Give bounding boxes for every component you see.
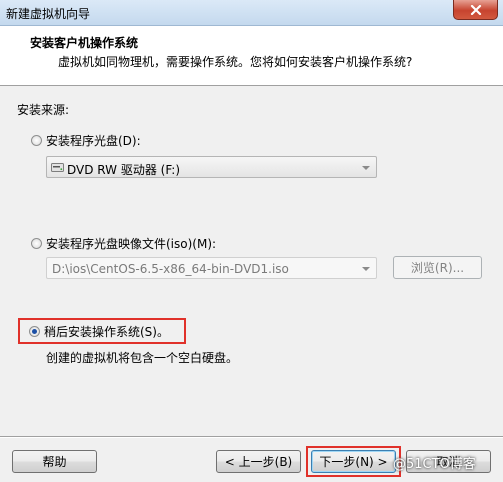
install-later-description: 创建的虚拟机将包含一个空白硬盘。 xyxy=(46,351,239,365)
install-later-radio[interactable] xyxy=(29,326,40,337)
help-button[interactable]: 帮助 xyxy=(12,450,97,473)
page-subtitle: 虚拟机如同物理机，需要操作系统。您将如何安装客户机操作系统? xyxy=(58,55,413,69)
title-bar: 新建虚拟机向导 xyxy=(0,0,503,26)
watermark: @51CTO博客 xyxy=(393,457,476,472)
wizard-header: 安装客户机操作系统 虚拟机如同物理机，需要操作系统。您将如何安装客户机操作系统? xyxy=(0,26,503,86)
chevron-down-icon xyxy=(362,267,370,271)
iso-radio[interactable] xyxy=(31,238,42,249)
disc-drive-value: DVD RW 驱动器 (F:) xyxy=(67,163,181,177)
iso-path-value: D:\ios\CentOS-6.5-x86_64-bin-DVD1.iso xyxy=(52,262,289,276)
install-later-label[interactable]: 稍后安装操作系统(S)。 xyxy=(44,323,169,340)
disc-radio[interactable] xyxy=(31,135,42,146)
disc-option-label[interactable]: 安装程序光盘(D): xyxy=(46,132,141,149)
disc-drive-select[interactable]: DVD RW 驱动器 (F:) xyxy=(46,156,377,178)
install-source-label: 安装来源: xyxy=(17,103,70,117)
window-title: 新建虚拟机向导 xyxy=(6,7,91,21)
browse-button[interactable]: 浏览(R)... xyxy=(393,256,482,279)
close-icon xyxy=(470,4,481,15)
iso-path-input[interactable]: D:\ios\CentOS-6.5-x86_64-bin-DVD1.iso xyxy=(46,257,377,279)
close-button[interactable] xyxy=(453,0,498,20)
dvd-drive-icon xyxy=(51,163,64,172)
iso-option-label[interactable]: 安装程序光盘映像文件(iso)(M): xyxy=(46,235,216,252)
chevron-down-icon xyxy=(362,166,370,170)
footer-divider xyxy=(0,436,503,438)
page-title: 安装客户机操作系统 xyxy=(30,36,139,50)
back-button[interactable]: < 上一步(B) xyxy=(216,450,301,473)
next-button[interactable]: 下一步(N) > xyxy=(311,450,396,473)
